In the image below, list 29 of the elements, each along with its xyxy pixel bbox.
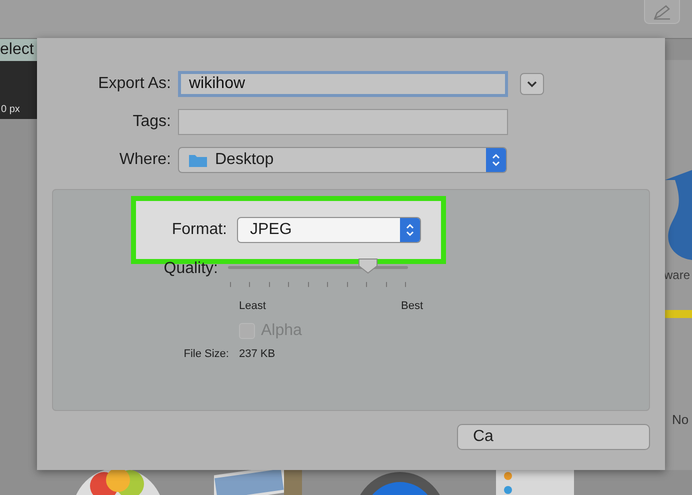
pencil-icon [652, 4, 672, 20]
best-label: Best [400, 300, 423, 312]
expand-button[interactable] [520, 73, 544, 95]
format-label: Format: [170, 221, 227, 239]
file-size-label: File Size: [182, 348, 229, 360]
format-dropdown[interactable]: JPEG [237, 217, 421, 243]
picture-app-icon [214, 468, 304, 495]
slider-thumb[interactable] [358, 258, 378, 274]
least-label: Least [239, 300, 266, 312]
tags-field[interactable] [178, 109, 508, 135]
up-down-arrows-icon [492, 153, 500, 167]
folder-icon [189, 153, 207, 167]
edit-button[interactable] [644, 0, 680, 24]
cancel-button[interactable]: Ca [457, 424, 650, 450]
export-as-label: Export As: [97, 75, 172, 93]
quality-label: Quality: [162, 260, 218, 278]
side-text: ware [664, 268, 690, 282]
where-label: Where: [118, 151, 172, 169]
drop-logo-icon [665, 170, 692, 260]
corner-text: No [672, 412, 689, 427]
chevron-down-icon [527, 80, 537, 88]
ruler-text: 0 px [0, 104, 20, 117]
toolbar-label: elect [0, 39, 40, 61]
tags-label: Tags: [132, 113, 172, 131]
export-as-field[interactable]: wikihow [178, 71, 508, 97]
file-size-value: 237 KB [239, 348, 276, 360]
window-stripe [665, 310, 692, 318]
where-dropdown[interactable]: Desktop [178, 147, 507, 173]
up-down-arrows-icon [406, 223, 414, 237]
